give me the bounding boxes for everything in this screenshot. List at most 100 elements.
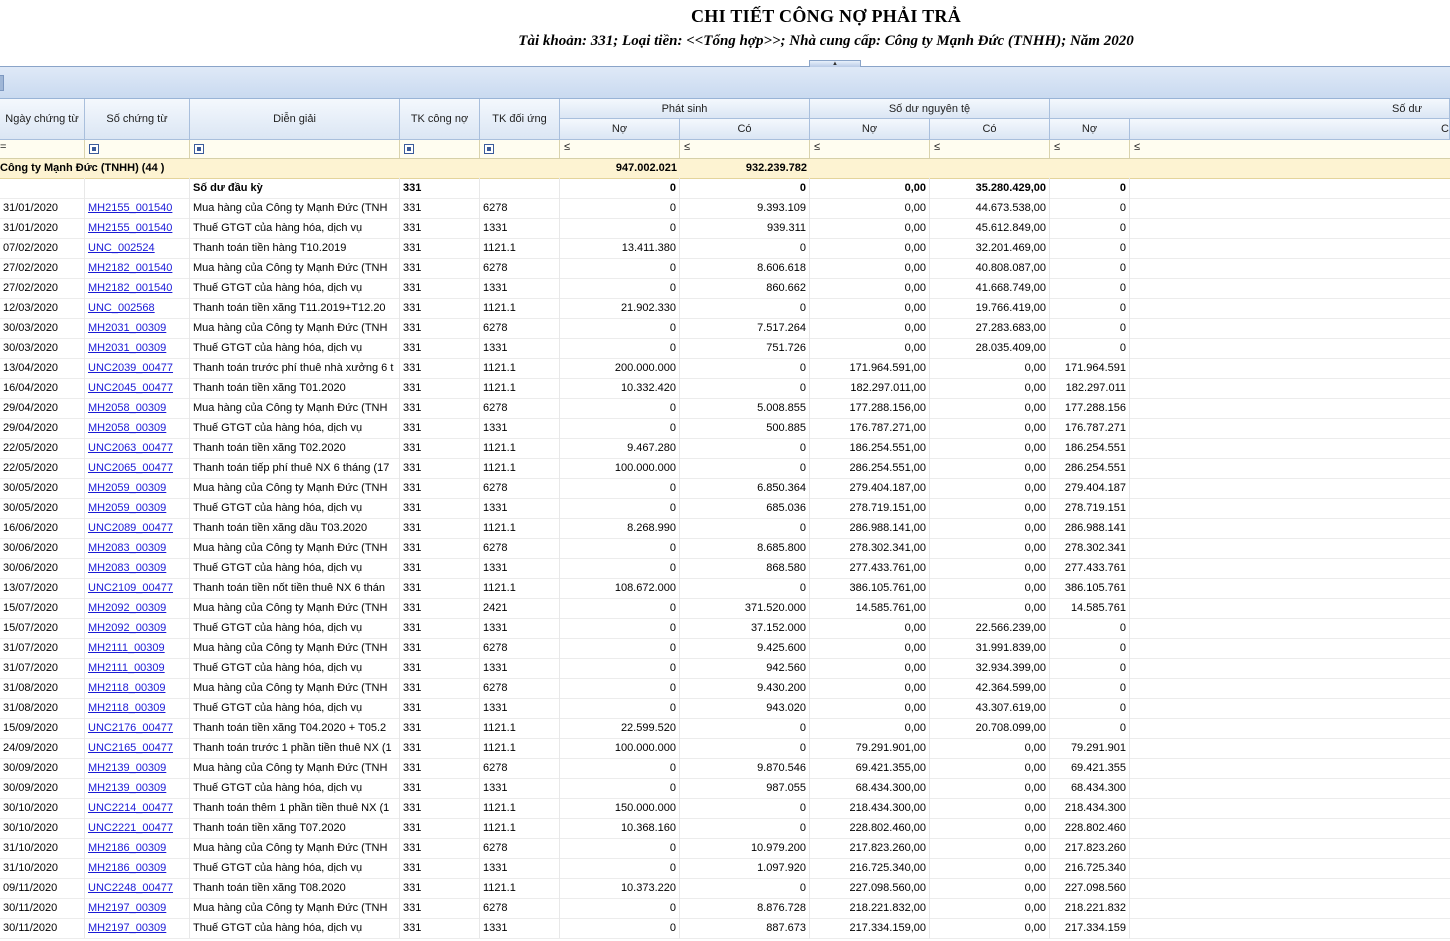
table-row[interactable]: 30/10/2020 UNC2221_00477 Thanh toán tiền x… bbox=[0, 818, 1450, 839]
doc-link[interactable]: UNC2221_00477 bbox=[85, 818, 190, 838]
table-row[interactable]: 07/02/2020 UNC_002524 Thanh toán tiền hàng… bbox=[0, 238, 1450, 259]
doc-number-link[interactable]: MH2186_00309 bbox=[88, 842, 166, 854]
doc-number-link[interactable]: MH2083_00309 bbox=[88, 562, 166, 574]
doc-number-link[interactable]: MH2197_00309 bbox=[88, 922, 166, 934]
filter-sd-debit[interactable]: ≤ bbox=[1050, 140, 1130, 158]
doc-number-link[interactable]: MH2139_00309 bbox=[88, 782, 166, 794]
filter-operator[interactable]: ≤ bbox=[814, 141, 820, 153]
doc-link[interactable]: MH2058_00309 bbox=[85, 398, 190, 418]
table-row[interactable]: 30/11/2020 MH2197_00309 Mua hàng của Công … bbox=[0, 898, 1450, 919]
doc-number-link[interactable]: MH2139_00309 bbox=[88, 762, 166, 774]
doc-number-link[interactable]: MH2197_00309 bbox=[88, 902, 166, 914]
doc-link[interactable]: UNC2065_00477 bbox=[85, 458, 190, 478]
table-row[interactable]: 15/07/2020 MH2092_00309 Thuế GTGT của hàng… bbox=[0, 618, 1450, 639]
doc-number-link[interactable]: UNC2221_00477 bbox=[88, 822, 173, 834]
panel-handle-icon[interactable] bbox=[0, 75, 4, 91]
doc-number-link[interactable]: MH2111_00309 bbox=[88, 642, 165, 654]
doc-link[interactable]: UNC_002524 bbox=[85, 238, 190, 258]
table-row[interactable]: 31/08/2020 MH2118_00309 Thuế GTGT của hàng… bbox=[0, 698, 1450, 719]
doc-link[interactable]: UNC2089_00477 bbox=[85, 518, 190, 538]
table-row[interactable]: 29/04/2020 MH2058_00309 Mua hàng của Công … bbox=[0, 398, 1450, 419]
doc-link[interactable]: MH2182_001540 bbox=[85, 258, 190, 278]
doc-number-link[interactable]: MH2155_001540 bbox=[88, 222, 172, 234]
filter-date[interactable]: = bbox=[0, 140, 85, 158]
table-row[interactable]: 31/08/2020 MH2118_00309 Mua hàng của Công … bbox=[0, 678, 1450, 699]
doc-number-link[interactable]: MH2059_00309 bbox=[88, 482, 166, 494]
table-row[interactable]: 15/07/2020 MH2092_00309 Mua hàng của Công … bbox=[0, 598, 1450, 619]
col-header-debt-account[interactable]: TK công nợ bbox=[400, 99, 480, 140]
group-by-panel[interactable] bbox=[0, 67, 1450, 99]
doc-link[interactable]: UNC2045_00477 bbox=[85, 378, 190, 398]
doc-number-link[interactable]: MH2058_00309 bbox=[88, 422, 166, 434]
table-row[interactable]: 13/04/2020 UNC2039_00477 Thanh toán trước … bbox=[0, 358, 1450, 379]
doc-number-link[interactable]: MH2182_001540 bbox=[88, 282, 172, 294]
doc-link[interactable]: UNC2176_00477 bbox=[85, 718, 190, 738]
filter-sd-credit[interactable]: ≤ bbox=[1130, 140, 1450, 158]
table-row[interactable]: 30/09/2020 MH2139_00309 Thuế GTGT của hàng… bbox=[0, 778, 1450, 799]
doc-link[interactable]: MH2197_00309 bbox=[85, 898, 190, 918]
table-row[interactable]: 09/11/2020 UNC2248_00477 Thanh toán tiền x… bbox=[0, 878, 1450, 899]
filter-ps-credit[interactable]: ≤ bbox=[680, 140, 810, 158]
col-header-doc-no[interactable]: Số chứng từ bbox=[85, 99, 190, 140]
doc-number-link[interactable]: UNC2039_00477 bbox=[88, 362, 173, 374]
doc-link[interactable]: MH2155_001540 bbox=[85, 218, 190, 238]
doc-link[interactable]: MH2155_001540 bbox=[85, 198, 190, 218]
table-row[interactable]: 31/07/2020 MH2111_00309 Thuế GTGT của hàng… bbox=[0, 658, 1450, 679]
table-row[interactable]: 30/06/2020 MH2083_00309 Mua hàng của Công … bbox=[0, 538, 1450, 559]
filter-operator[interactable]: ≤ bbox=[1134, 141, 1140, 153]
doc-link[interactable]: MH2111_00309 bbox=[85, 638, 190, 658]
doc-number-link[interactable]: MH2092_00309 bbox=[88, 602, 166, 614]
doc-number-link[interactable]: UNC2065_00477 bbox=[88, 462, 173, 474]
doc-number-link[interactable]: MH2111_00309 bbox=[88, 662, 165, 674]
doc-link[interactable]: MH2197_00309 bbox=[85, 918, 190, 938]
table-row[interactable]: 24/09/2020 UNC2165_00477 Thanh toán trước … bbox=[0, 738, 1450, 759]
table-row[interactable]: 13/07/2020 UNC2109_00477 Thanh toán tiền n… bbox=[0, 578, 1450, 599]
table-row[interactable]: 30/06/2020 MH2083_00309 Thuế GTGT của hàng… bbox=[0, 558, 1450, 579]
col-header-description[interactable]: Diễn giải bbox=[190, 99, 400, 140]
opening-balance-row[interactable]: Số dư đầu kỳ 331 0 0 0,00 35.280.429,00 … bbox=[0, 178, 1450, 199]
doc-link[interactable]: MH2182_001540 bbox=[85, 278, 190, 298]
filter-operator[interactable]: ≤ bbox=[564, 141, 570, 153]
doc-number-link[interactable]: MH2186_00309 bbox=[88, 862, 166, 874]
filter-debt-account[interactable] bbox=[400, 140, 480, 158]
doc-number-link[interactable]: MH2155_001540 bbox=[88, 202, 172, 214]
table-row[interactable]: 31/01/2020 MH2155_001540 Mua hàng của Công… bbox=[0, 198, 1450, 219]
col-header-nt-debit[interactable]: Nợ bbox=[810, 119, 930, 140]
doc-link[interactable]: MH2059_00309 bbox=[85, 478, 190, 498]
doc-number-link[interactable]: MH2118_00309 bbox=[88, 682, 165, 694]
doc-link[interactable]: MH2118_00309 bbox=[85, 678, 190, 698]
doc-number-link[interactable]: MH2092_00309 bbox=[88, 622, 166, 634]
doc-number-link[interactable]: MH2058_00309 bbox=[88, 402, 166, 414]
filter-operator[interactable]: ≤ bbox=[684, 141, 690, 153]
doc-number-link[interactable]: UNC2214_00477 bbox=[88, 802, 173, 814]
doc-link[interactable]: MH2092_00309 bbox=[85, 598, 190, 618]
filter-description[interactable] bbox=[190, 140, 400, 158]
table-row[interactable]: 30/11/2020 MH2197_00309 Thuế GTGT của hàng… bbox=[0, 918, 1450, 939]
table-row[interactable]: 16/06/2020 UNC2089_00477 Thanh toán tiền x… bbox=[0, 518, 1450, 539]
doc-number-link[interactable]: MH2083_00309 bbox=[88, 542, 166, 554]
table-row[interactable]: 30/05/2020 MH2059_00309 Mua hàng của Công … bbox=[0, 478, 1450, 499]
doc-number-link[interactable]: UNC2176_00477 bbox=[88, 722, 173, 734]
table-row[interactable]: 31/01/2020 MH2155_001540 Thuế GTGT của hàn… bbox=[0, 218, 1450, 239]
filter-nt-debit[interactable]: ≤ bbox=[810, 140, 930, 158]
doc-number-link[interactable]: MH2182_001540 bbox=[88, 262, 172, 274]
doc-link[interactable]: MH2083_00309 bbox=[85, 558, 190, 578]
table-row[interactable]: 22/05/2020 UNC2063_00477 Thanh toán tiền x… bbox=[0, 438, 1450, 459]
doc-link[interactable]: UNC2039_00477 bbox=[85, 358, 190, 378]
doc-link[interactable]: MH2118_00309 bbox=[85, 698, 190, 718]
doc-number-link[interactable]: MH2059_00309 bbox=[88, 502, 166, 514]
filter-operator[interactable]: ≤ bbox=[1054, 141, 1060, 153]
doc-link[interactable]: MH2031_00309 bbox=[85, 318, 190, 338]
filter-equals-icon[interactable]: = bbox=[0, 141, 6, 153]
doc-number-link[interactable]: UNC_002568 bbox=[88, 302, 155, 314]
doc-link[interactable]: MH2092_00309 bbox=[85, 618, 190, 638]
table-row[interactable]: 30/03/2020 MH2031_00309 Thuế GTGT của hàng… bbox=[0, 338, 1450, 359]
doc-link[interactable]: UNC2165_00477 bbox=[85, 738, 190, 758]
doc-link[interactable]: MH2139_00309 bbox=[85, 758, 190, 778]
doc-link[interactable]: MH2111_00309 bbox=[85, 658, 190, 678]
table-row[interactable]: 16/04/2020 UNC2045_00477 Thanh toán tiền x… bbox=[0, 378, 1450, 399]
doc-number-link[interactable]: UNC2063_00477 bbox=[88, 442, 173, 454]
doc-number-link[interactable]: UNC2089_00477 bbox=[88, 522, 173, 534]
col-header-contra-account[interactable]: TK đối ứng bbox=[480, 99, 560, 140]
col-header-nt-credit[interactable]: Có bbox=[930, 119, 1050, 140]
